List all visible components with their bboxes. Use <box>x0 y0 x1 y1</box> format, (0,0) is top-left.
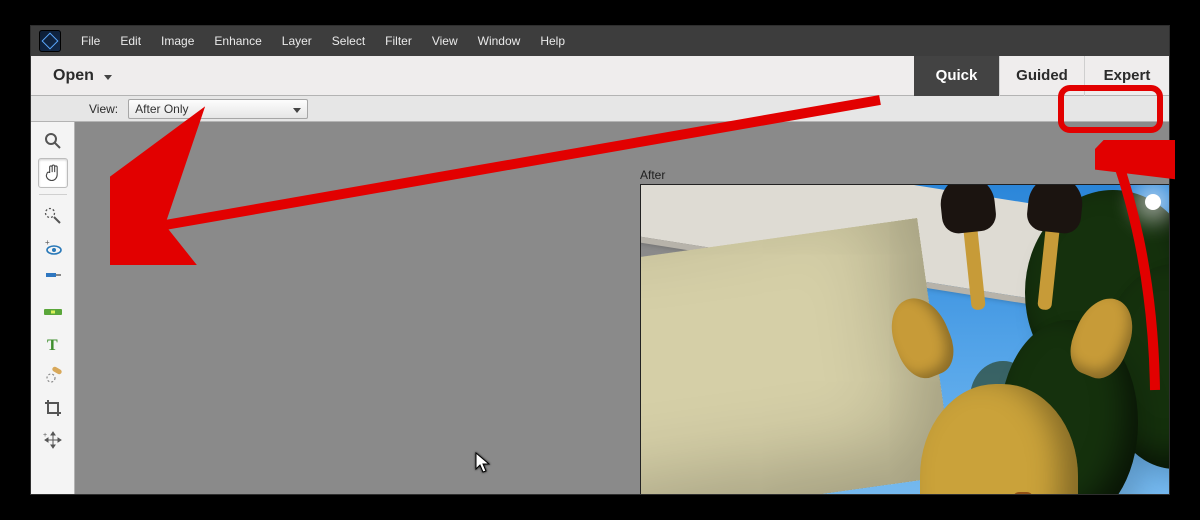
chevron-down-icon <box>293 102 301 116</box>
svg-text:+: + <box>43 432 47 439</box>
whiten-teeth-tool[interactable] <box>38 265 68 295</box>
eye-icon: + <box>42 239 64 257</box>
brush-icon <box>43 270 63 290</box>
level-icon <box>42 304 64 320</box>
view-label: View: <box>89 102 118 116</box>
move-tool[interactable]: + <box>38 425 68 455</box>
open-button[interactable]: Open <box>31 56 126 95</box>
app-logo-icon <box>39 30 61 52</box>
bandage-icon <box>42 366 64 386</box>
zoom-tool[interactable] <box>38 126 68 156</box>
red-eye-tool[interactable]: + <box>38 233 68 263</box>
hand-icon <box>43 163 63 183</box>
view-selected-value: After Only <box>135 102 188 116</box>
menu-select[interactable]: Select <box>322 26 375 56</box>
menu-file[interactable]: File <box>71 26 110 56</box>
menu-edit[interactable]: Edit <box>110 26 151 56</box>
cursor-icon <box>475 452 493 476</box>
chevron-down-icon <box>104 67 112 85</box>
menu-layer[interactable]: Layer <box>272 26 322 56</box>
menu-image[interactable]: Image <box>151 26 204 56</box>
menu-window[interactable]: Window <box>468 26 531 56</box>
after-preview-image <box>640 184 1169 494</box>
workspace: + T + After <box>31 122 1169 494</box>
tab-guided[interactable]: Guided <box>999 56 1084 96</box>
spot-healing-tool[interactable] <box>38 361 68 391</box>
svg-text:+: + <box>45 239 50 247</box>
after-label: After <box>640 168 665 182</box>
open-label: Open <box>53 67 94 85</box>
view-select[interactable]: After Only <box>128 99 308 119</box>
wand-icon <box>43 206 63 226</box>
menu-view[interactable]: View <box>422 26 468 56</box>
menu-enhance[interactable]: Enhance <box>204 26 271 56</box>
tab-quick[interactable]: Quick <box>914 56 999 96</box>
canvas-area[interactable]: After <box>75 122 1169 494</box>
move-icon: + <box>43 430 63 450</box>
text-icon: T <box>43 334 63 354</box>
menu-bar: File Edit Image Enhance Layer Select Fil… <box>31 26 1169 56</box>
app-window: File Edit Image Enhance Layer Select Fil… <box>30 25 1170 495</box>
menu-filter[interactable]: Filter <box>375 26 422 56</box>
menu-help[interactable]: Help <box>530 26 575 56</box>
hand-tool[interactable] <box>38 158 68 188</box>
straighten-tool[interactable] <box>38 297 68 327</box>
quick-selection-tool[interactable] <box>38 201 68 231</box>
view-bar: View: After Only <box>31 96 1169 122</box>
tool-palette: + T + <box>31 122 75 494</box>
mode-bar: Open Quick Guided Expert <box>31 56 1169 96</box>
crop-icon <box>43 398 63 418</box>
tab-expert[interactable]: Expert <box>1084 56 1169 96</box>
magnifier-icon <box>43 131 63 151</box>
type-tool[interactable]: T <box>38 329 68 359</box>
svg-text:T: T <box>47 337 58 354</box>
crop-tool[interactable] <box>38 393 68 423</box>
